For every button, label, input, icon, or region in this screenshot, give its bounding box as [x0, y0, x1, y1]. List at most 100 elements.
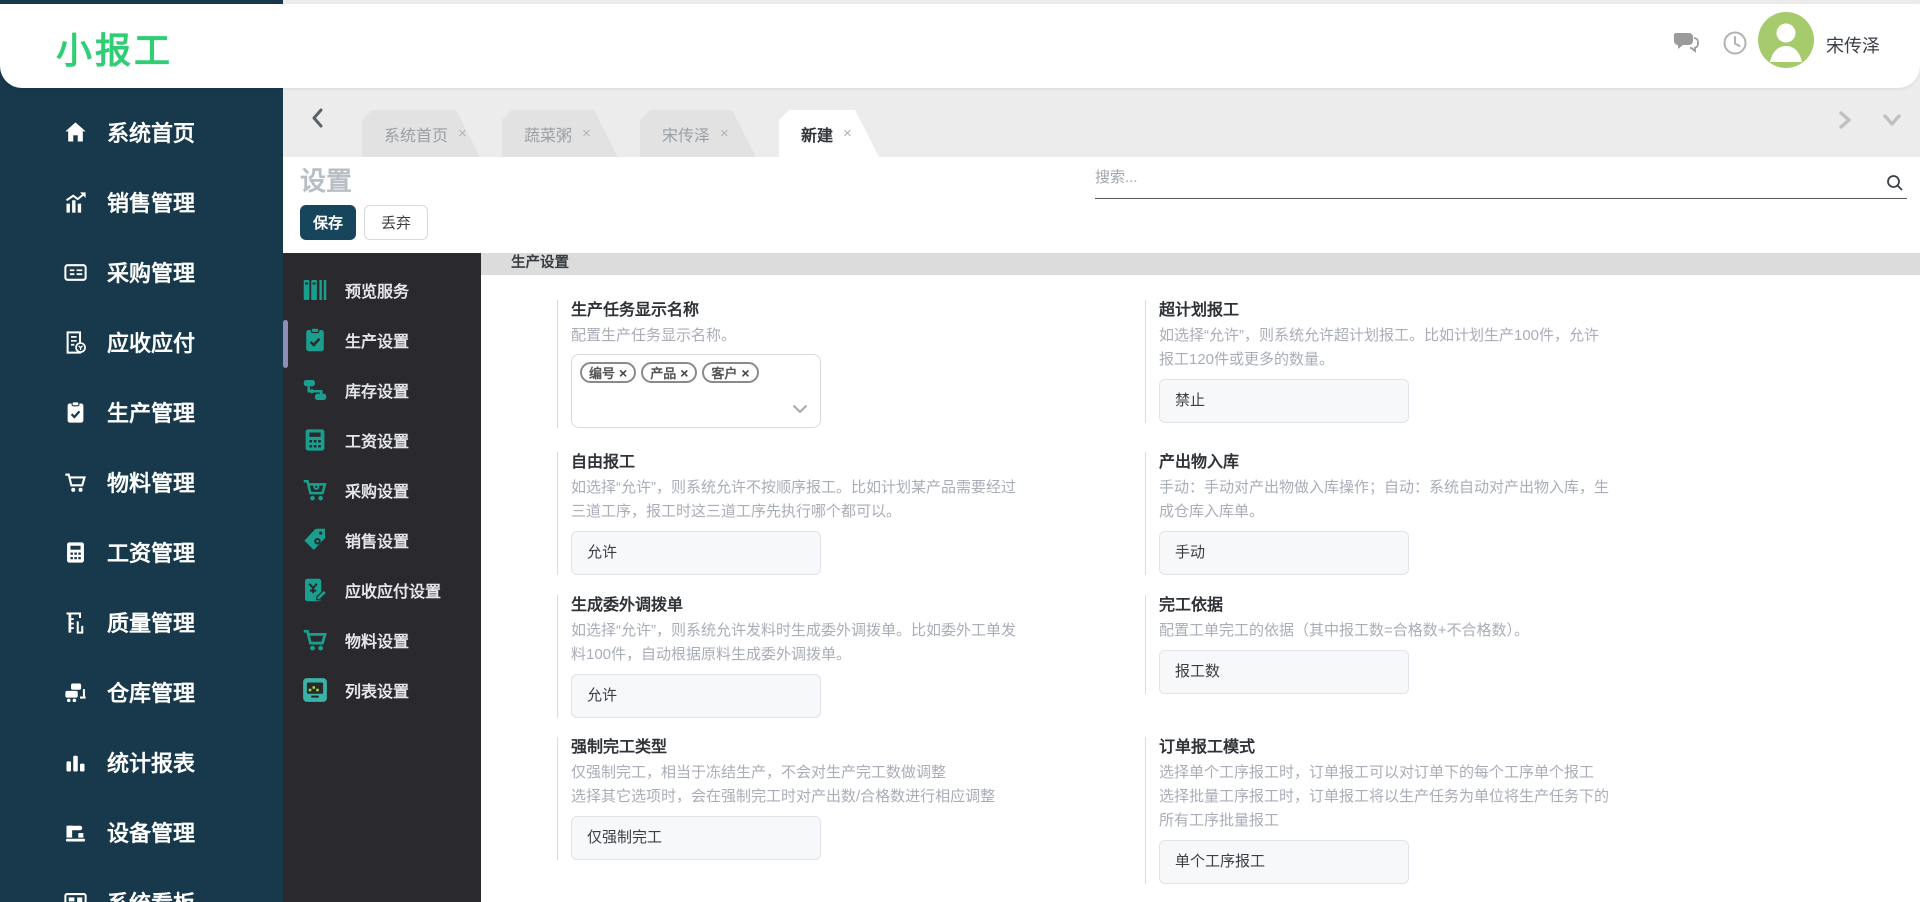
- sidebar-item-quality[interactable]: 质量管理: [0, 587, 283, 657]
- app-header: 小报工 宋传泽: [0, 4, 1920, 88]
- forced-completion-type-select[interactable]: 仅强制完工: [571, 816, 821, 860]
- tag-remove-icon[interactable]: ×: [680, 366, 688, 380]
- field-label: 完工依据: [1159, 597, 1224, 614]
- tab-new[interactable]: 新建 ×: [779, 110, 879, 157]
- settings-nav-salary-settings[interactable]: 工资设置: [283, 415, 481, 465]
- tab-close-icon[interactable]: ×: [458, 125, 467, 142]
- tab-label: 蔬菜粥: [524, 127, 573, 145]
- settings-nav-sales-settings[interactable]: 销售设置: [283, 515, 481, 565]
- settings-nav-label: 预览服务: [345, 284, 410, 301]
- sidebar-item-purchase[interactable]: 采购管理: [0, 237, 283, 307]
- tabs-dropdown-icon[interactable]: [1882, 112, 1902, 133]
- free-reporting-select[interactable]: 允许: [571, 531, 821, 575]
- order-reporting-mode-select[interactable]: 单个工序报工: [1159, 840, 1409, 884]
- tab-close-icon[interactable]: ×: [843, 125, 852, 142]
- sidebar-item-production[interactable]: 生产管理: [0, 377, 283, 447]
- settings-nav-label: 列表设置: [345, 684, 410, 701]
- tag-remove-icon[interactable]: ×: [741, 366, 749, 380]
- field-label: 生产任务显示名称: [571, 302, 700, 319]
- clipboard-check-icon: [300, 325, 330, 355]
- sidebar-item-warehouse[interactable]: 仓库管理: [0, 657, 283, 727]
- tab-song-chuanze[interactable]: 宋传泽 ×: [640, 110, 756, 157]
- tag-product: 产品 ×: [641, 362, 698, 383]
- settings-nav-production-settings[interactable]: 生产设置: [283, 315, 481, 365]
- messages-icon[interactable]: [1672, 30, 1702, 61]
- field-help: 如选择“允许”，则系统允许发料时生成委外调拨单。比如委外工单发: [571, 622, 1016, 639]
- field-label: 生成委外调拨单: [571, 597, 684, 614]
- list-screen-icon: [300, 675, 330, 705]
- receivable-doc-icon: [62, 329, 89, 356]
- field-output-warehousing: 产出物入库 手动：手动对产出物做入库操作；自动：系统自动对产出物入库，生 成仓库…: [1145, 452, 1725, 575]
- tab-label: 新建: [801, 127, 834, 145]
- sidebar-item-statistics[interactable]: 统计报表: [0, 727, 283, 797]
- tab-close-icon[interactable]: ×: [582, 125, 591, 142]
- equipment-machine-icon: [62, 819, 89, 846]
- sidebar-item-salary[interactable]: 工资管理: [0, 517, 283, 587]
- sidebar-item-label: 设备管理: [107, 821, 196, 846]
- settings-nav-purchase-settings[interactable]: 采购设置: [283, 465, 481, 515]
- over-plan-reporting-select[interactable]: 禁止: [1159, 379, 1409, 423]
- settings-nav-label: 工资设置: [345, 434, 410, 451]
- settings-nav-label: 库存设置: [345, 384, 410, 401]
- tab-vegetable-porridge[interactable]: 蔬菜粥 ×: [502, 110, 618, 157]
- field-help: 所有工序批量报工: [1159, 812, 1280, 829]
- task-name-multiselect[interactable]: 编号 × 产品 × 客户 ×: [571, 354, 821, 428]
- sidebar-item-receivable-payable[interactable]: 应收应付: [0, 307, 283, 377]
- field-help: 成仓库入库单。: [1159, 503, 1265, 520]
- sidebar-item-system-home[interactable]: 系统首页: [0, 97, 283, 167]
- sidebar-item-label: 生产管理: [107, 401, 196, 426]
- save-button[interactable]: 保存: [300, 205, 357, 240]
- sidebar-item-equipment[interactable]: 设备管理: [0, 797, 283, 867]
- sidebar-item-sales[interactable]: 销售管理: [0, 167, 283, 237]
- settings-nav-material-settings[interactable]: 物料设置: [283, 615, 481, 665]
- field-label: 超计划报工: [1159, 302, 1240, 319]
- sidebar-item-label: 采购管理: [107, 261, 196, 286]
- purchase-card-icon: [62, 259, 89, 286]
- completion-basis-select[interactable]: 报工数: [1159, 650, 1409, 694]
- user-avatar[interactable]: [1758, 12, 1814, 68]
- output-warehousing-select[interactable]: 手动: [1159, 531, 1409, 575]
- field-help: 三道工序，报工时这三道工序先执行哪个都可以。: [571, 503, 902, 520]
- search-input[interactable]: [1095, 169, 1865, 186]
- chevron-down-icon[interactable]: [792, 401, 808, 419]
- settings-nav-label: 物料设置: [345, 634, 410, 651]
- warehouse-forklift-icon: [62, 679, 89, 706]
- sales-chart-icon: [62, 189, 89, 216]
- field-help: 手动：手动对产出物做入库操作；自动：系统自动对产出物入库，生: [1159, 479, 1610, 496]
- field-help: 如选择“允许”，则系统允许超计划报工。比如计划生产100件，允许: [1159, 327, 1600, 344]
- settings-nav-receivable-payable-settings[interactable]: 应收应付设置: [283, 565, 481, 615]
- field-help: 选择单个工序报工时，订单报工可以对订单下的每个工序单个报工: [1159, 764, 1595, 781]
- page-title: 设置: [300, 166, 353, 196]
- sidebar-item-label: 工资管理: [107, 541, 196, 566]
- sidebar-item-material[interactable]: 物料管理: [0, 447, 283, 517]
- outsourcing-transfer-select[interactable]: 允许: [571, 674, 821, 718]
- field-help: 配置生产任务显示名称。: [571, 327, 737, 344]
- settings-nav-label: 应收应付设置: [345, 584, 442, 601]
- discard-button[interactable]: 丢弃: [364, 205, 429, 240]
- tag-remove-icon[interactable]: ×: [619, 366, 627, 380]
- tabs-scroll-right-icon[interactable]: [1836, 110, 1854, 135]
- field-label: 强制完工类型: [571, 739, 668, 756]
- field-outsourcing-transfer-order: 生成委外调拨单 如选择“允许”，则系统允许发料时生成委外调拨单。比如委外工单发 …: [557, 595, 1117, 718]
- tabs-scroll-left-icon[interactable]: [308, 106, 328, 135]
- tag-label: 编号: [589, 366, 616, 381]
- field-help: 如选择“允许”，则系统允许不按顺序报工。比如计划某产品需要经过: [571, 479, 1016, 496]
- settings-nav-preview-service[interactable]: 预览服务: [283, 265, 481, 315]
- sidebar-item-dashboard[interactable]: 系统看板: [0, 867, 283, 902]
- settings-nav-list-settings[interactable]: 列表设置: [283, 665, 481, 715]
- tab-close-icon[interactable]: ×: [720, 125, 729, 142]
- field-label: 自由报工: [571, 454, 636, 471]
- field-order-reporting-mode: 订单报工模式 选择单个工序报工时，订单报工可以对订单下的每个工序单个报工 选择批…: [1145, 737, 1725, 884]
- settings-nav: 预览服务 生产设置 库存设置 工资设置 采购设置 销售设置 应收应付设置 物料设…: [283, 253, 481, 902]
- home-icon: [62, 119, 89, 146]
- field-help: 报工120件或更多的数量。: [1159, 351, 1335, 368]
- field-help: 料100件，自动根据原料生成委外调拨单。: [571, 646, 852, 663]
- history-clock-icon[interactable]: [1722, 30, 1748, 61]
- tag-label: 产品: [650, 366, 677, 381]
- dashboard-board-icon: [62, 889, 89, 902]
- search-icon[interactable]: [1885, 173, 1905, 198]
- settings-nav-inventory-settings[interactable]: 库存设置: [283, 365, 481, 415]
- tab-system-home[interactable]: 系统首页 ×: [362, 110, 480, 157]
- stats-barchart-icon: [62, 749, 89, 776]
- user-name: 宋传泽: [1826, 36, 1880, 56]
